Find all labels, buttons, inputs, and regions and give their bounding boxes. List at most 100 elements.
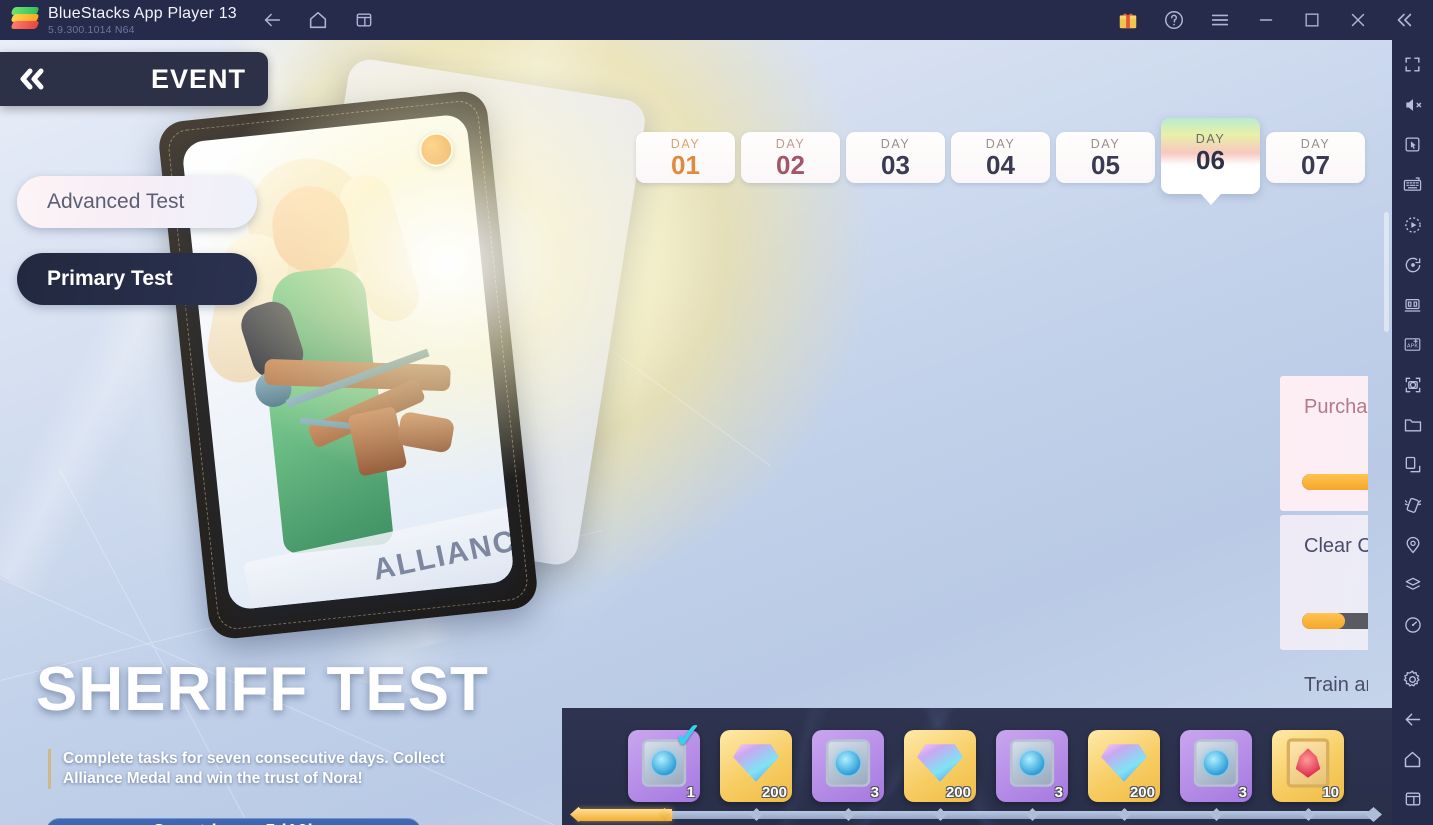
menu-icon[interactable]	[1207, 7, 1233, 33]
track-reward-quantity: 3	[870, 784, 879, 801]
task-body: Clear Chapter 7 in Adventure.1/721	[1280, 515, 1368, 650]
copy-paste-icon[interactable]	[1398, 450, 1428, 479]
track-reward-quantity: 1	[686, 784, 695, 801]
android-home-icon[interactable]	[1398, 745, 1428, 774]
gem-icon	[1101, 744, 1147, 782]
day-tab-number: 04	[986, 150, 1015, 180]
gem-icon	[733, 744, 779, 782]
countdown-badge: ▶▶ Countdown: 5d16h	[46, 818, 421, 825]
day-tab-07[interactable]: DAY 07	[1266, 132, 1365, 183]
track-reward-55[interactable]: 200	[1088, 730, 1160, 802]
track-reward-35[interactable]: 200	[904, 730, 976, 802]
bluestacks-logo-icon	[10, 7, 40, 33]
rune-card-icon	[825, 739, 871, 787]
day-tab-number: 01	[671, 150, 700, 180]
tab-advanced-test[interactable]: Advanced Test	[17, 176, 257, 228]
screenshot-icon[interactable]	[1398, 370, 1428, 399]
task-progress-text: 9/10	[1302, 472, 1368, 491]
titlebar-nav	[259, 7, 377, 33]
track-reward-15[interactable]: 200	[720, 730, 792, 802]
day-tab-number: 07	[1301, 150, 1330, 180]
event-description-text: Complete tasks for seven consecutive day…	[63, 750, 445, 787]
event-banner-title: SHERIFF TEST	[36, 655, 489, 724]
help-icon[interactable]	[1161, 7, 1187, 33]
element-badge-icon	[417, 130, 455, 169]
track-node-55	[1118, 808, 1131, 821]
cursor-icon[interactable]	[1398, 130, 1428, 159]
collapse-sidebar-icon[interactable]	[1391, 7, 1417, 33]
track-reward-25[interactable]: 3	[812, 730, 884, 802]
layers-icon[interactable]	[1398, 571, 1428, 600]
maximize-icon[interactable]	[1299, 7, 1325, 33]
recents-icon[interactable]	[351, 7, 377, 33]
day-tab-label: DAY	[775, 137, 806, 151]
gift-icon[interactable]	[1115, 7, 1141, 33]
multi-instance-icon[interactable]	[1398, 290, 1428, 319]
home-icon[interactable]	[305, 7, 331, 33]
app-title: BlueStacks App Player 13	[48, 4, 237, 22]
task-progress-text: 1/7	[1302, 611, 1368, 630]
reward-track-progress	[570, 807, 1382, 822]
day-tab-number: 05	[1091, 150, 1120, 180]
track-reward-5[interactable]: 1 ✓	[628, 719, 703, 802]
game-viewport[interactable]: ALLIANCE EVENT Advanced Test Primary Tes…	[0, 40, 1392, 825]
day-tab-06[interactable]: DAY 06	[1161, 118, 1260, 205]
mute-icon[interactable]	[1398, 90, 1428, 119]
back-icon[interactable]	[259, 7, 285, 33]
claimed-check-icon: ✓	[674, 717, 703, 755]
settings-icon[interactable]	[1398, 665, 1428, 694]
countdown-text: Countdown: 5d16h	[78, 821, 421, 825]
task-description: Purchase 10 Items in the Grocery.	[1304, 396, 1368, 418]
task-description: Train any 5 heroes to +3.	[1304, 674, 1368, 696]
task-row: Train any 5 heroes to +3.0/5150→Go	[1280, 654, 1368, 710]
performance-icon[interactable]	[1398, 611, 1428, 640]
track-reward-75[interactable]: 10	[1272, 730, 1344, 802]
day-tab-05[interactable]: DAY 05	[1056, 132, 1155, 183]
track-reward-quantity: 200	[945, 784, 971, 801]
back-chevron-icon[interactable]	[0, 66, 62, 92]
day-tab-number: 03	[881, 150, 910, 180]
track-node-35	[934, 808, 947, 821]
track-reward-quantity: 200	[1129, 784, 1155, 801]
day-tab-bar: DAY 01 DAY 02 DAY 03 DAY 04 DAY 05 DAY 06 DAY 07	[636, 118, 1365, 205]
rotate-icon[interactable]	[1398, 250, 1428, 279]
track-node-75	[1302, 808, 1315, 821]
minimize-icon[interactable]	[1253, 7, 1279, 33]
day-tab-label: DAY	[985, 137, 1016, 151]
track-rail	[578, 811, 1374, 819]
android-back-icon[interactable]	[1398, 705, 1428, 734]
day-tab-04[interactable]: DAY 04	[951, 132, 1050, 183]
tab-primary-test[interactable]: Primary Test	[17, 253, 257, 305]
task-list[interactable]: Purchase 10 Items in the Grocery.9/10120…	[640, 208, 1368, 710]
day-tab-02[interactable]: DAY 02	[741, 132, 840, 183]
task-row: Purchase 10 Items in the Grocery.9/10120…	[1280, 376, 1368, 515]
event-header: EVENT	[0, 52, 268, 106]
track-fill	[578, 809, 672, 821]
install-apk-icon[interactable]: APK	[1398, 330, 1428, 359]
location-icon[interactable]	[1398, 531, 1428, 560]
rune-card-icon	[1009, 739, 1055, 787]
close-icon[interactable]	[1345, 7, 1371, 33]
shake-icon[interactable]	[1398, 491, 1428, 520]
fullscreen-icon[interactable]	[1398, 50, 1428, 79]
day-tab-01[interactable]: DAY 01	[636, 132, 735, 183]
day-tab-03[interactable]: DAY 03	[846, 132, 945, 183]
gem-icon	[917, 744, 963, 782]
task-description: Clear Chapter 7 in Adventure.	[1304, 535, 1368, 557]
media-folder-icon[interactable]	[1398, 410, 1428, 439]
task-body: Train any 5 heroes to +3.0/5150	[1280, 654, 1368, 710]
day-tab-label: DAY	[1300, 137, 1331, 151]
track-reward-quantity: 3	[1054, 784, 1063, 801]
tab-advanced-test-label: Advanced Test	[47, 190, 185, 213]
bluestacks-sidebar: APK	[1392, 40, 1433, 825]
track-reward-65[interactable]: 3	[1180, 730, 1252, 802]
track-node-25	[842, 808, 855, 821]
android-recents-icon[interactable]	[1398, 785, 1428, 814]
task-list-scrollbar[interactable]	[1384, 212, 1389, 332]
keyboard-controls-icon[interactable]	[1398, 170, 1428, 199]
svg-text:APK: APK	[1407, 344, 1419, 350]
day-tab-number: 02	[776, 150, 805, 180]
macro-recorder-icon[interactable]	[1398, 210, 1428, 239]
track-reward-45[interactable]: 3	[996, 730, 1068, 802]
reward-track: 1✓20032003200310 515253545556575	[562, 708, 1392, 825]
